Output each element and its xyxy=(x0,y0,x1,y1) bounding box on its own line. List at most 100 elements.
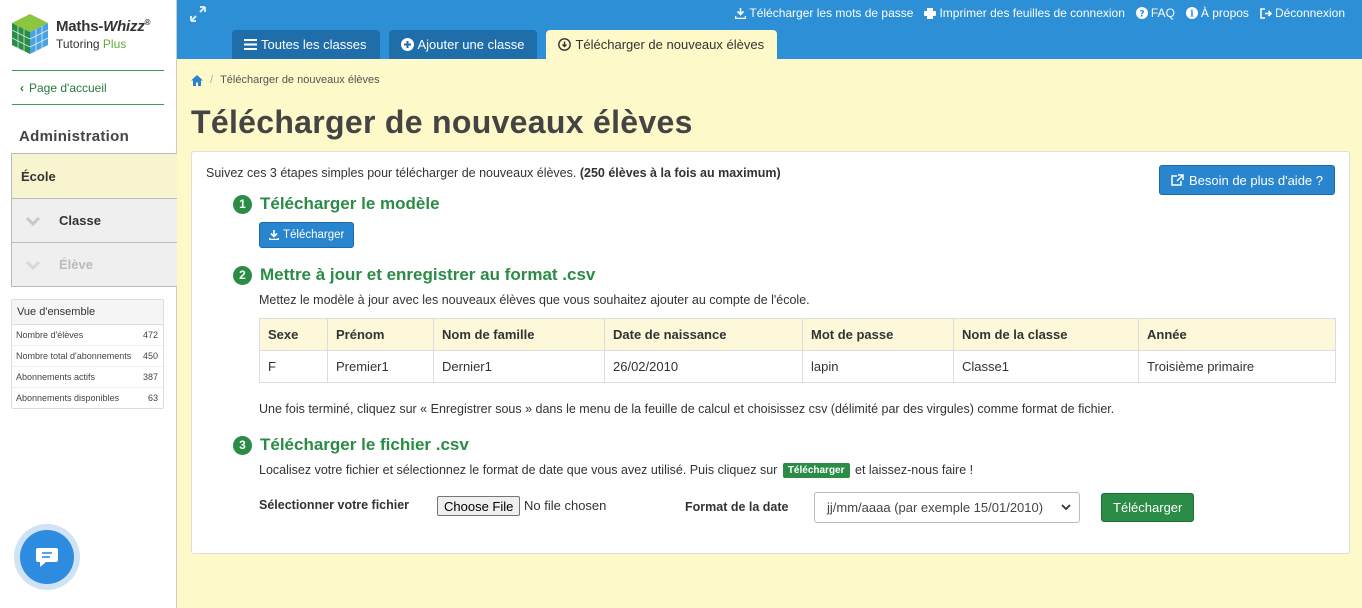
column-header: Nom de la classe xyxy=(953,318,1139,351)
tab-add-class[interactable]: Ajouter une classe xyxy=(388,30,538,59)
download-icon xyxy=(735,7,747,19)
step-title: Télécharger le fichier .csv xyxy=(260,435,469,454)
file-status: No file chosen xyxy=(524,498,607,513)
chevron-down-icon xyxy=(25,257,43,273)
upload-badge: Télécharger xyxy=(782,463,850,479)
tab-upload-students[interactable]: Télécharger de nouveaux élèves xyxy=(546,30,778,59)
step-3: 3 Télécharger le fichier .csv xyxy=(233,435,469,455)
date-format-select[interactable]: jj/mm/aaaa (par exemple 15/01/2010) xyxy=(814,492,1080,523)
upload-circle-icon xyxy=(558,38,572,51)
breadcrumb: / Télécharger de nouveaux élèves xyxy=(191,74,380,86)
link-label: FAQ xyxy=(1150,6,1175,20)
nav-item-label: Élève xyxy=(59,257,93,272)
overview-row: Abonnements actifs 387 xyxy=(12,367,163,388)
tab-label: Toutes les classes xyxy=(261,37,367,52)
logout-link[interactable]: Déconnexion xyxy=(1260,6,1345,20)
breadcrumb-current: Télécharger de nouveaux élèves xyxy=(220,74,380,86)
upload-button[interactable]: Télécharger xyxy=(1101,493,1195,522)
overview-row: Nombre total d'abonnements 450 xyxy=(12,346,163,367)
logo-title: Maths-Whizz® xyxy=(56,17,151,35)
nav-item-classe[interactable]: Classe xyxy=(12,198,177,242)
print-sheets-link[interactable]: Imprimer des feuilles de connexion xyxy=(924,6,1125,20)
date-format-label: Format de la date xyxy=(685,500,789,514)
overview-row: Nombre d'élèves 472 xyxy=(12,325,163,346)
maths-whizz-logo[interactable]: Maths-Whizz® Tutoring Plus xyxy=(10,12,151,56)
column-header: Sexe xyxy=(259,318,328,351)
column-header: Nom de famille xyxy=(433,318,605,351)
chevron-down-icon xyxy=(1061,504,1071,511)
table-cell: Classe1 xyxy=(953,350,1139,383)
table-row: F Premier1 Dernier1 26/02/2010 lapin Cla… xyxy=(259,350,1336,383)
chat-button[interactable] xyxy=(14,524,80,590)
download-button-label: Télécharger xyxy=(283,229,345,241)
overview-title: Vue d'ensemble xyxy=(12,300,163,325)
chevron-left-icon: ‹ xyxy=(20,81,24,95)
nav-item-eleve[interactable]: Élève xyxy=(12,242,177,286)
step-number: 2 xyxy=(233,265,252,285)
step-number: 1 xyxy=(233,194,252,214)
date-format-value: jj/mm/aaaa (par exemple 15/01/2010) xyxy=(827,500,1044,515)
tab-all-classes[interactable]: Toutes les classes xyxy=(232,30,380,59)
step-1: 1 Télécharger le modèle xyxy=(233,194,440,214)
step-title: Télécharger le modèle xyxy=(260,194,440,213)
about-link[interactable]: i À propos xyxy=(1185,6,1249,20)
download-template-button[interactable]: Télécharger xyxy=(259,222,355,248)
list-icon xyxy=(244,39,257,50)
page-title: Télécharger de nouveaux élèves xyxy=(191,104,693,140)
logout-icon xyxy=(1260,7,1272,19)
logo-subtitle: Tutoring Plus xyxy=(56,36,127,51)
home-icon[interactable] xyxy=(191,74,203,86)
column-header: Mot de passe xyxy=(802,318,954,351)
link-label: Imprimer des feuilles de connexion xyxy=(939,6,1125,20)
svg-text:?: ? xyxy=(1139,10,1144,20)
file-label: Sélectionner votre fichier xyxy=(259,498,410,512)
step-2: 2 Mettre à jour et enregistrer au format… xyxy=(233,265,595,285)
help-button[interactable]: Besoin de plus d'aide ? xyxy=(1158,165,1335,195)
divider xyxy=(12,70,164,71)
table-cell: 26/02/2010 xyxy=(604,350,803,383)
link-label: À propos xyxy=(1200,6,1249,20)
breadcrumb-separator: / xyxy=(210,74,214,86)
choose-file-button[interactable]: Choose File xyxy=(437,496,521,516)
tab-label: Ajouter une classe xyxy=(417,37,525,52)
chat-icon xyxy=(36,548,58,567)
chevron-down-icon xyxy=(25,213,43,229)
admin-title: Administration xyxy=(19,128,130,145)
nav-item-label: École xyxy=(21,168,56,184)
svg-text:i: i xyxy=(1190,10,1194,20)
tab-bar: Toutes les classes Ajouter une classe Té… xyxy=(232,30,778,59)
sidebar: Maths-Whizz® Tutoring Plus ‹ Page d'accu… xyxy=(0,0,177,608)
upload-panel: Suivez ces 3 étapes simples pour télécha… xyxy=(191,151,1350,554)
download-icon xyxy=(269,230,279,240)
divider xyxy=(12,104,164,105)
link-label: Déconnexion xyxy=(1274,6,1345,20)
top-links: Télécharger les mots de passe Imprimer d… xyxy=(735,6,1345,20)
table-cell: Premier1 xyxy=(327,350,434,383)
tab-label: Télécharger de nouveaux élèves xyxy=(575,37,765,52)
column-header: Année xyxy=(1138,318,1336,351)
external-link-icon xyxy=(1171,174,1184,186)
plus-circle-icon xyxy=(400,38,414,51)
admin-nav: École Classe Élève xyxy=(11,153,177,287)
question-icon: ? xyxy=(1135,7,1148,20)
expand-icon[interactable] xyxy=(189,5,207,28)
overview-row: Abonnements disponibles 63 xyxy=(16,393,158,403)
link-label: Télécharger les mots de passe xyxy=(749,6,914,20)
table-cell: lapin xyxy=(802,350,954,383)
step-title: Mettre à jour et enregistrer au format .… xyxy=(260,265,596,284)
table-cell: Dernier1 xyxy=(433,350,605,383)
column-header: Prénom xyxy=(327,318,434,351)
after-table-text: Une fois terminé, cliquez sur « Enregist… xyxy=(259,402,1115,416)
home-link[interactable]: ‹ Page d'accueil xyxy=(20,81,107,95)
download-passwords-link[interactable]: Télécharger les mots de passe xyxy=(735,6,913,20)
cube-logo-icon xyxy=(10,12,50,56)
step-3-text: Localisez votre fichier et sélectionnez … xyxy=(259,463,974,479)
faq-link[interactable]: ? FAQ xyxy=(1135,6,1175,20)
help-button-label: Besoin de plus d'aide ? xyxy=(1188,172,1323,188)
print-icon xyxy=(924,7,937,19)
nav-item-ecole[interactable]: École xyxy=(12,154,177,198)
top-bar: Télécharger les mots de passe Imprimer d… xyxy=(177,0,1362,59)
step-2-text: Mettez le modèle à jour avec les nouveau… xyxy=(259,293,810,307)
home-link-label: Page d'accueil xyxy=(29,81,107,95)
template-table: Sexe Prénom Nom de famille Date de naiss… xyxy=(259,318,1336,383)
